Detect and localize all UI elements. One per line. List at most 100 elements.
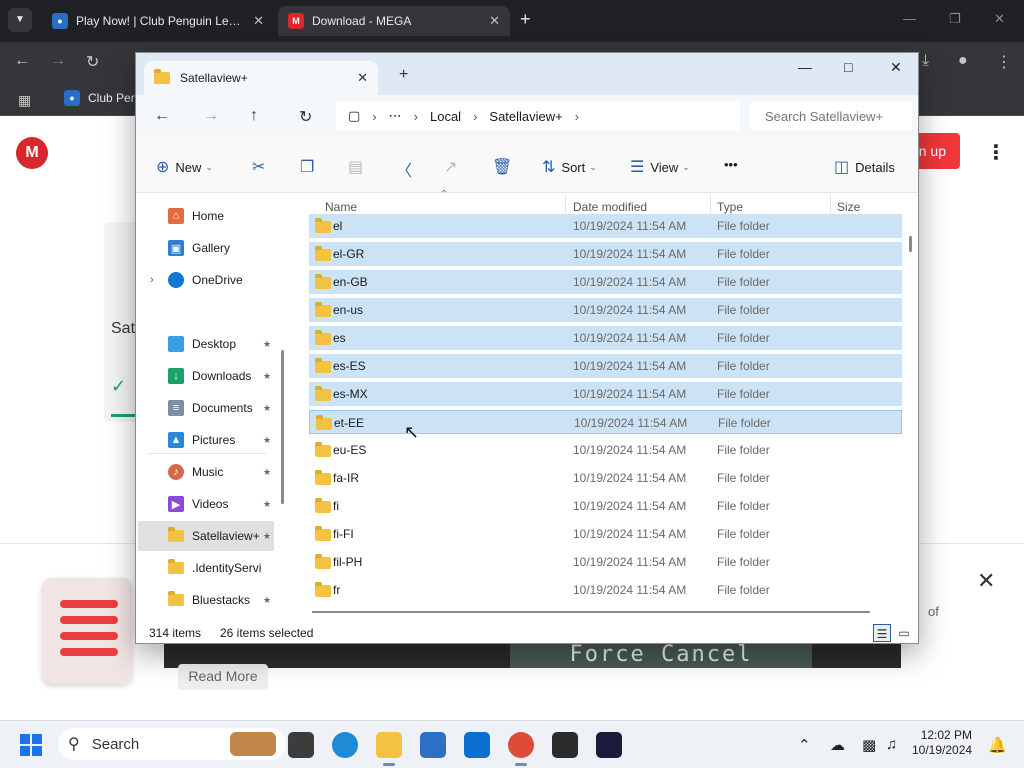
close-icon[interactable]: ✕ xyxy=(977,568,995,594)
share-icon: ↗ xyxy=(444,159,458,176)
cut-button[interactable]: ✂ xyxy=(252,157,271,177)
nav-item-satellaview[interactable]: Satellaview+ ★ xyxy=(138,521,274,551)
back-arrow-icon[interactable]: ← xyxy=(154,107,170,125)
refresh-icon[interactable]: ↻ xyxy=(299,107,312,127)
read-more-button[interactable]: Read More xyxy=(178,664,268,690)
nav-item-gallery[interactable]: ▣ Gallery xyxy=(138,233,274,263)
file-row[interactable]: es 10/19/2024 11:54 AM File folder xyxy=(309,326,902,350)
breadcrumb-item[interactable]: Local xyxy=(430,109,461,124)
nav-item-home[interactable]: ⌂ Home xyxy=(138,201,274,231)
minimize-icon[interactable]: — xyxy=(798,59,812,75)
mail-icon[interactable] xyxy=(464,732,490,758)
new-button[interactable]: ⊕ New ⌄ xyxy=(156,157,213,177)
breadcrumb-item[interactable]: Satellaview+ xyxy=(489,109,562,124)
apps-grid-icon[interactable]: ▦ xyxy=(18,92,31,109)
video-thumbnail[interactable]: Force Cancel xyxy=(164,640,901,668)
volume-icon[interactable]: ♫ xyxy=(886,736,897,753)
start-button[interactable] xyxy=(20,734,42,756)
tiles-view-icon[interactable]: ▭ xyxy=(895,624,913,642)
more-icon[interactable]: ⋯ xyxy=(389,108,402,124)
notification-bell-icon[interactable]: 🔔 xyxy=(988,736,1007,754)
nav-item-music[interactable]: ♪ Music ★ xyxy=(138,457,274,487)
file-row[interactable]: en-us 10/19/2024 11:54 AM File folder xyxy=(309,298,902,322)
profile-icon[interactable]: ● xyxy=(958,52,968,70)
browser-tab-mega[interactable]: M Download - MEGA ✕ xyxy=(278,6,510,36)
paste-button[interactable]: ▤ xyxy=(348,157,369,177)
taskbar-search[interactable]: ⚲ Search xyxy=(58,728,286,760)
file-row[interactable]: fi 10/19/2024 11:54 AM File folder xyxy=(309,494,902,518)
nav-item-bluestacks[interactable]: Bluestacks ★ xyxy=(138,585,274,615)
close-window-icon[interactable]: ✕ xyxy=(994,11,1005,27)
bookmark-club-penguin[interactable]: ● Club Pen xyxy=(64,90,137,106)
delete-button[interactable]: 🗑 xyxy=(492,157,518,177)
chrome-icon[interactable] xyxy=(508,732,534,758)
close-window-icon[interactable]: ✕ xyxy=(890,59,902,76)
chevron-up-icon[interactable]: ⌃ xyxy=(798,736,811,754)
terminal-icon[interactable] xyxy=(552,732,578,758)
file-row[interactable]: et-EE 10/19/2024 11:54 AM File folder xyxy=(309,410,902,434)
reload-icon[interactable]: ↻ xyxy=(86,52,99,72)
display-icon[interactable]: ▩ xyxy=(862,736,876,754)
file-row[interactable]: el-GR 10/19/2024 11:54 AM File folder xyxy=(309,242,902,266)
file-row[interactable]: es-MX 10/19/2024 11:54 AM File folder xyxy=(309,382,902,406)
address-bar[interactable]: ▢ › ⋯ › Local › Satellaview+ › xyxy=(336,101,740,131)
browser-tab-club-penguin[interactable]: ● Play Now! | Club Penguin Legac ✕ xyxy=(42,6,274,36)
file-explorer-icon[interactable] xyxy=(376,732,402,758)
sort-button[interactable]: ⇅ Sort ⌄ xyxy=(542,157,597,177)
file-row[interactable]: fr 10/19/2024 11:54 AM File folder xyxy=(309,578,902,602)
details-button[interactable]: ◫ Details xyxy=(834,157,895,177)
nav-item-onedrive[interactable]: › OneDrive xyxy=(138,265,274,295)
tab-search-button[interactable]: ▼ xyxy=(8,8,32,32)
chevron-right-icon: › xyxy=(473,108,478,124)
close-icon[interactable]: ✕ xyxy=(489,13,500,29)
maximize-icon[interactable]: □ xyxy=(844,59,852,75)
minimize-icon[interactable]: — xyxy=(903,11,916,26)
nav-item-videos[interactable]: ▶ Videos ★ xyxy=(138,489,274,519)
view-button[interactable]: ☰ View ⌄ xyxy=(630,157,690,177)
task-view-icon[interactable] xyxy=(288,732,314,758)
rename-button[interactable]: 〈 xyxy=(396,157,418,181)
nav-item-downloads[interactable]: ↓ Downloads ★ xyxy=(138,361,274,391)
nav-item-pictures[interactable]: ▲ Pictures ★ xyxy=(138,425,274,455)
file-row[interactable]: fil-PH 10/19/2024 11:54 AM File folder xyxy=(309,550,902,574)
forward-arrow-icon[interactable]: → xyxy=(203,107,219,125)
explorer-tab[interactable]: Satellaview+ ✕ xyxy=(144,61,378,95)
file-row[interactable]: es-ES 10/19/2024 11:54 AM File folder xyxy=(309,354,902,378)
maximize-icon[interactable]: ❐ xyxy=(949,11,961,27)
nav-item-identityservice[interactable]: .IdentityServi xyxy=(138,553,274,583)
file-row[interactable]: en-GB 10/19/2024 11:54 AM File folder xyxy=(309,270,902,294)
clock[interactable]: 12:02 PM 10/19/2024 xyxy=(912,728,972,758)
promo-line xyxy=(60,632,118,640)
file-row[interactable]: fi-FI 10/19/2024 11:54 AM File folder xyxy=(309,522,902,546)
close-icon[interactable]: ✕ xyxy=(357,70,368,86)
bsnes-icon[interactable] xyxy=(596,732,622,758)
more-options-button[interactable]: ••• xyxy=(724,157,738,172)
mega-logo[interactable]: M xyxy=(16,137,48,169)
folder-icon xyxy=(168,527,184,544)
new-tab-button[interactable]: + xyxy=(520,9,531,30)
file-row[interactable]: eu-ES 10/19/2024 11:54 AM File folder xyxy=(309,438,902,462)
copy-button[interactable]: ❐ xyxy=(300,157,320,177)
edge-icon[interactable] xyxy=(332,732,358,758)
share-button[interactable]: ↗ xyxy=(444,157,463,177)
search-input[interactable] xyxy=(750,101,912,131)
back-arrow-icon[interactable]: ← xyxy=(14,52,30,70)
network-off-icon[interactable]: ☁ xyxy=(830,736,845,754)
chevron-right-icon[interactable]: › xyxy=(150,274,154,286)
details-view-icon[interactable]: ☰ xyxy=(873,624,891,642)
new-tab-button[interactable]: + xyxy=(399,66,408,84)
download-icon[interactable]: ⤓ xyxy=(922,52,929,70)
nav-pane-scrollbar[interactable] xyxy=(281,350,284,504)
menu-dots-icon[interactable]: ⋮ xyxy=(996,52,1012,72)
forward-arrow-icon[interactable]: → xyxy=(50,52,66,70)
nav-item-desktop[interactable]: Desktop ★ xyxy=(138,329,274,359)
kebab-menu-icon[interactable]: ⋮ xyxy=(986,140,1006,165)
close-icon[interactable]: ✕ xyxy=(253,13,264,29)
horizontal-scrollbar[interactable] xyxy=(312,611,870,613)
file-row[interactable]: fa-IR 10/19/2024 11:54 AM File folder xyxy=(309,466,902,490)
up-arrow-icon[interactable]: ↑ xyxy=(250,107,258,125)
microsoft-store-icon[interactable] xyxy=(420,732,446,758)
vertical-scrollbar[interactable] xyxy=(909,236,912,252)
nav-item-documents[interactable]: ≡ Documents ★ xyxy=(138,393,274,423)
file-row[interactable]: el 10/19/2024 11:54 AM File folder xyxy=(309,214,902,238)
